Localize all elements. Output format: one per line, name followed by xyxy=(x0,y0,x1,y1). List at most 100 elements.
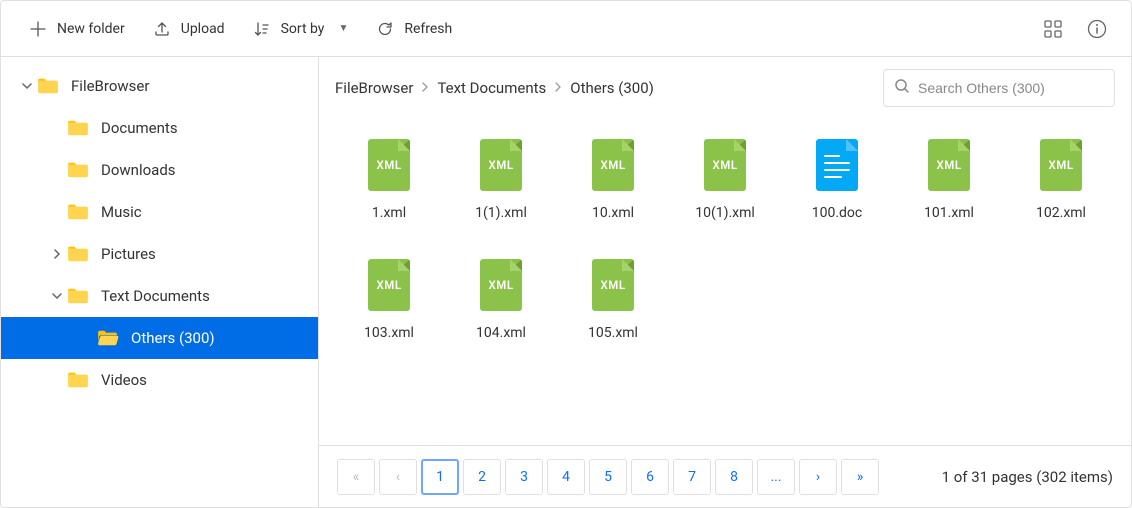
sort-icon xyxy=(253,20,271,38)
folder-icon xyxy=(67,119,89,137)
doc-file-icon xyxy=(816,139,858,191)
search-icon xyxy=(894,78,910,98)
xml-file-icon: XML xyxy=(592,259,634,311)
upload-icon xyxy=(153,20,171,38)
header-row: FileBrowser Text Documents Others (300) xyxy=(319,57,1131,119)
pager-ellipsis[interactable]: ... xyxy=(757,459,795,495)
chevron-down-icon: ▼ xyxy=(338,23,348,34)
refresh-icon xyxy=(376,20,394,38)
pager-page-1[interactable]: 1 xyxy=(421,459,459,495)
file-item[interactable]: XML 104.xml xyxy=(445,249,557,351)
folder-icon xyxy=(67,287,89,305)
tree-item-music[interactable]: Music xyxy=(1,191,318,233)
file-item[interactable]: XML 105.xml xyxy=(557,249,669,351)
sort-by-label: Sort by xyxy=(281,21,325,37)
xml-file-icon: XML xyxy=(704,139,746,191)
folder-icon xyxy=(67,161,89,179)
folder-icon xyxy=(37,77,59,95)
file-name: 1.xml xyxy=(372,205,406,221)
xml-file-icon: XML xyxy=(480,259,522,311)
tree-item-label: Text Documents xyxy=(101,287,210,305)
folder-icon xyxy=(67,203,89,221)
tree-item-downloads[interactable]: Downloads xyxy=(1,149,318,191)
file-name: 10(1).xml xyxy=(695,205,755,221)
file-name: 102.xml xyxy=(1036,205,1086,221)
file-name: 104.xml xyxy=(476,325,526,341)
tree-item-label: Documents xyxy=(101,119,178,137)
folder-icon xyxy=(67,245,89,263)
tree-item-label: Downloads xyxy=(101,161,176,179)
tree-item-label: Music xyxy=(101,203,142,221)
plus-icon xyxy=(29,20,47,38)
file-name: 101.xml xyxy=(924,205,974,221)
breadcrumb: FileBrowser Text Documents Others (300) xyxy=(335,79,871,97)
info-icon xyxy=(1087,19,1107,39)
pager-last[interactable]: » xyxy=(841,459,879,495)
folder-icon xyxy=(97,329,119,347)
xml-file-icon: XML xyxy=(480,139,522,191)
upload-button[interactable]: Upload xyxy=(143,14,235,44)
tree-arrow-icon[interactable] xyxy=(47,249,67,259)
pager: «‹12345678...›» xyxy=(337,459,879,495)
tree-item-documents[interactable]: Documents xyxy=(1,107,318,149)
pager-page-2[interactable]: 2 xyxy=(463,459,501,495)
pager-page-3[interactable]: 3 xyxy=(505,459,543,495)
tree-item-filebrowser[interactable]: FileBrowser xyxy=(1,65,318,107)
xml-file-icon: XML xyxy=(368,259,410,311)
chevron-right-icon xyxy=(421,81,429,95)
upload-label: Upload xyxy=(181,21,225,37)
pager-page-4[interactable]: 4 xyxy=(547,459,585,495)
pager-prev: ‹ xyxy=(379,459,417,495)
file-name: 103.xml xyxy=(364,325,414,341)
pager-page-5[interactable]: 5 xyxy=(589,459,627,495)
xml-file-icon: XML xyxy=(928,139,970,191)
pager-info: 1 of 31 pages (302 items) xyxy=(942,468,1113,486)
xml-file-icon: XML xyxy=(1040,139,1082,191)
pager-page-6[interactable]: 6 xyxy=(631,459,669,495)
chevron-right-icon xyxy=(554,81,562,95)
pager-page-8[interactable]: 8 xyxy=(715,459,753,495)
main-panel: FileBrowser Text Documents Others (300) XM… xyxy=(319,57,1131,507)
grid-icon xyxy=(1044,20,1062,38)
breadcrumb-item[interactable]: FileBrowser xyxy=(335,79,413,97)
file-item[interactable]: XML 101.xml xyxy=(893,129,1005,231)
folder-icon xyxy=(67,371,89,389)
search-box[interactable] xyxy=(883,69,1115,107)
new-folder-label: New folder xyxy=(57,21,125,37)
sort-by-button[interactable]: Sort by ▼ xyxy=(243,14,359,44)
info-button[interactable] xyxy=(1081,13,1113,45)
file-item[interactable]: XML1(1).xml xyxy=(445,129,557,231)
tree-arrow-icon[interactable] xyxy=(47,291,67,301)
file-item[interactable]: XML 10.xml xyxy=(557,129,669,231)
refresh-button[interactable]: Refresh xyxy=(366,14,462,44)
file-item[interactable]: XML 102.xml xyxy=(1005,129,1117,231)
file-item[interactable]: 100.doc xyxy=(781,129,893,231)
toolbar: New folder Upload Sort by ▼ Refresh xyxy=(1,1,1131,57)
tree-item-pictures[interactable]: Pictures xyxy=(1,233,318,275)
file-name: 10.xml xyxy=(592,205,634,221)
file-item[interactable]: XML 10(1).xml xyxy=(669,129,781,231)
tree-arrow-icon[interactable] xyxy=(17,81,37,91)
pager-page-7[interactable]: 7 xyxy=(673,459,711,495)
tree-item-text-documents[interactable]: Text Documents xyxy=(1,275,318,317)
breadcrumb-item[interactable]: Text Documents xyxy=(437,79,546,97)
file-item[interactable]: XML 103.xml xyxy=(333,249,445,351)
refresh-label: Refresh xyxy=(404,21,452,37)
pager-first: « xyxy=(337,459,375,495)
breadcrumb-item[interactable]: Others (300) xyxy=(570,79,654,97)
xml-file-icon: XML xyxy=(368,139,410,191)
file-grid: XML1.xmlXML1(1).xmlXML10.xmlXML10(1).xml… xyxy=(319,119,1131,445)
tree-item-videos[interactable]: Videos xyxy=(1,359,318,401)
tree-item-others-300-[interactable]: Others (300) xyxy=(1,317,318,359)
view-grid-button[interactable] xyxy=(1037,13,1069,45)
xml-file-icon: XML xyxy=(592,139,634,191)
file-name: 105.xml xyxy=(588,325,638,341)
tree-item-label: Videos xyxy=(101,371,147,389)
tree-item-label: Others (300) xyxy=(131,329,215,347)
file-item[interactable]: XML 1.xml xyxy=(333,129,445,231)
search-input[interactable] xyxy=(918,80,1104,96)
file-name: 100.doc xyxy=(812,205,863,221)
new-folder-button[interactable]: New folder xyxy=(19,14,135,44)
file-browser-app: New folder Upload Sort by ▼ Refresh xyxy=(0,0,1132,508)
pager-next[interactable]: › xyxy=(799,459,837,495)
